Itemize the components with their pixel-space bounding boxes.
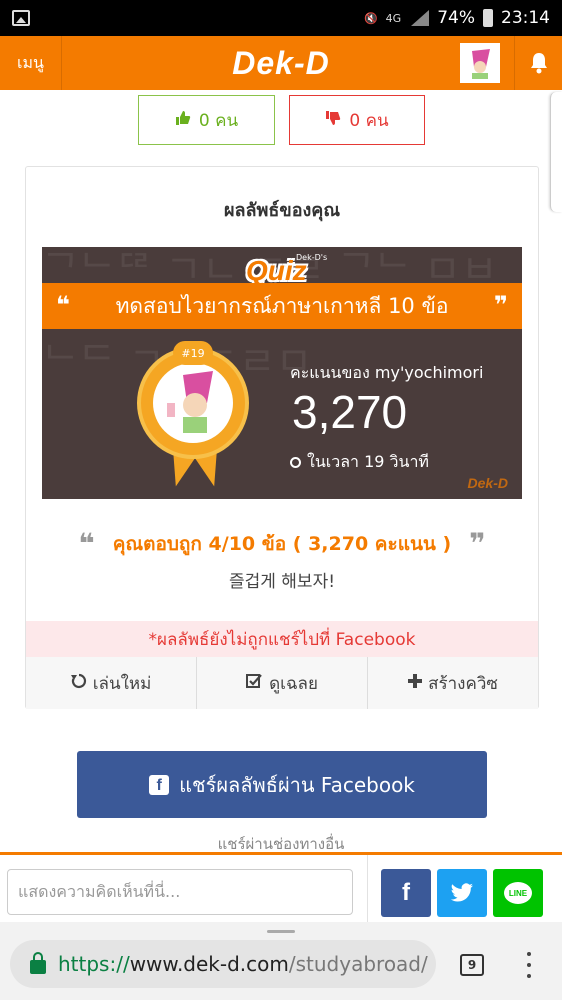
tab-switcher-button[interactable]: 9	[460, 954, 484, 976]
result-actions: เล่นใหม่ ดูเฉลย สร้างควิซ	[26, 657, 538, 709]
comment-input[interactable]: แสดงความคิดเห็นที่นี่...	[7, 869, 353, 915]
dislike-count: 0 คน	[349, 110, 389, 131]
plus-icon	[408, 673, 423, 693]
rank-medal: #19	[137, 341, 249, 490]
browser-bottom-bar: https://www.dek-d.com/studyabroad/ 9	[0, 922, 562, 1000]
close-quote-icon: ❞	[493, 291, 508, 319]
notification-bell-icon[interactable]	[514, 36, 562, 90]
divider	[367, 855, 368, 925]
elapsed-time: ในเวลา 19 วินาที	[290, 450, 429, 475]
share-warning: *ผลลัพธ์ยังไม่ถูกแชร์ไปที่ Facebook	[26, 621, 538, 657]
score-label: คะแนนของ my'yochimori	[290, 363, 484, 382]
url-host: www.dek-d.com	[129, 952, 289, 976]
battery-percent: 74%	[437, 8, 475, 28]
battery-icon	[483, 9, 493, 27]
score-value: 3,270	[292, 386, 408, 438]
dekd-logo[interactable]: Dek-D	[62, 45, 460, 82]
status-bar: 🔇 4G 74% 23:14	[0, 0, 562, 36]
like-button[interactable]: 0 คน	[138, 95, 275, 145]
url-scheme: https://	[58, 952, 130, 976]
open-quote-icon: ❝	[78, 527, 95, 560]
mute-vibrate-icon: 🔇	[363, 11, 378, 25]
side-drawer-handle[interactable]	[550, 92, 562, 212]
close-quote-icon: ❞	[469, 527, 486, 560]
thumbs-down-icon	[325, 110, 341, 131]
open-quote-icon: ❝	[56, 291, 71, 319]
dislike-button[interactable]: 0 คน	[289, 95, 425, 145]
thumbs-up-icon	[175, 110, 191, 131]
facebook-share-button[interactable]: f แชร์ผลลัพธ์ผ่าน Facebook	[77, 751, 487, 818]
url-path: /studyabroad/	[288, 952, 428, 976]
create-quiz-label: สร้างควิซ	[428, 673, 498, 694]
medal-avatar	[153, 363, 233, 443]
view-answers-button[interactable]: ดูเฉลย	[196, 657, 367, 709]
line-share-icon[interactable]: LINE	[493, 869, 543, 917]
gallery-notification-icon	[12, 10, 30, 26]
result-summary-text: คุณตอบถูก 4/10 ข้อ ( 3,270 คะแนน )	[112, 532, 452, 555]
result-summary: ❝ คุณตอบถูก 4/10 ข้อ ( 3,270 คะแนน ) ❞	[26, 527, 538, 560]
view-answers-label: ดูเฉลย	[269, 673, 318, 694]
signal-icon	[409, 10, 430, 26]
result-message: 즐겁게 해보자!	[228, 572, 336, 592]
clock-time: 23:14	[501, 8, 550, 28]
check-square-icon	[246, 673, 263, 694]
line-label: LINE	[504, 882, 532, 904]
like-count: 0 คน	[198, 110, 239, 131]
facebook-icon: f	[149, 774, 170, 795]
user-avatar[interactable]	[460, 43, 500, 83]
elapsed-time-text: ในเวลา 19 วินาที	[307, 452, 429, 471]
replay-button[interactable]: เล่นใหม่	[26, 657, 196, 709]
create-quiz-button[interactable]: สร้างควิซ	[367, 657, 538, 709]
clock-icon	[290, 457, 301, 468]
quiz-title-ribbon: ทดสอบไวยากรณ์ภาษาเกาหลี 10 ข้อ	[42, 283, 522, 329]
rank-badge: #19	[173, 341, 213, 365]
quiz-title: ทดสอบไวยากรณ์ภาษาเกาหลี 10 ข้อ	[115, 293, 449, 318]
lock-icon	[30, 952, 46, 974]
result-card: ผลลัพธ์ของคุณ ᄀᄂᄃᄅ ㄱㄴ ㄷㄹ ᄀᄂ ㅁㅂ ᄃᄅㄱ ㄴㄷ ᄀᄂ…	[25, 166, 539, 709]
facebook-share-icon[interactable]: f	[381, 869, 431, 917]
site-header: เมนู Dek-D	[0, 36, 562, 90]
result-banner: ᄀᄂᄃᄅ ㄱㄴ ㄷㄹ ᄀᄂ ㅁㅂ ᄃᄅㄱ ㄴㄷ ᄀᄂᄃᄅ ㄹㅁ ㅂᄀ ᄂᄃ ㄱㄴ…	[42, 247, 522, 499]
overflow-menu-icon[interactable]	[522, 952, 536, 978]
result-card-title: ผลลัพธ์ของคุณ	[223, 200, 341, 221]
network-type: 4G	[385, 11, 402, 25]
twitter-share-icon[interactable]	[437, 869, 487, 917]
url-bar[interactable]: https://www.dek-d.com/studyabroad/	[10, 940, 436, 988]
menu-button[interactable]: เมนู	[0, 36, 62, 90]
replay-icon	[70, 673, 87, 694]
facebook-share-label: แชร์ผลลัพธ์ผ่าน Facebook	[179, 772, 415, 797]
comment-bar: แสดงความคิดเห็นที่นี่... f LINE	[0, 852, 562, 925]
sheet-handle[interactable]	[267, 930, 295, 933]
dekd-watermark: Dek-D	[467, 475, 508, 491]
replay-label: เล่นใหม่	[92, 673, 152, 694]
